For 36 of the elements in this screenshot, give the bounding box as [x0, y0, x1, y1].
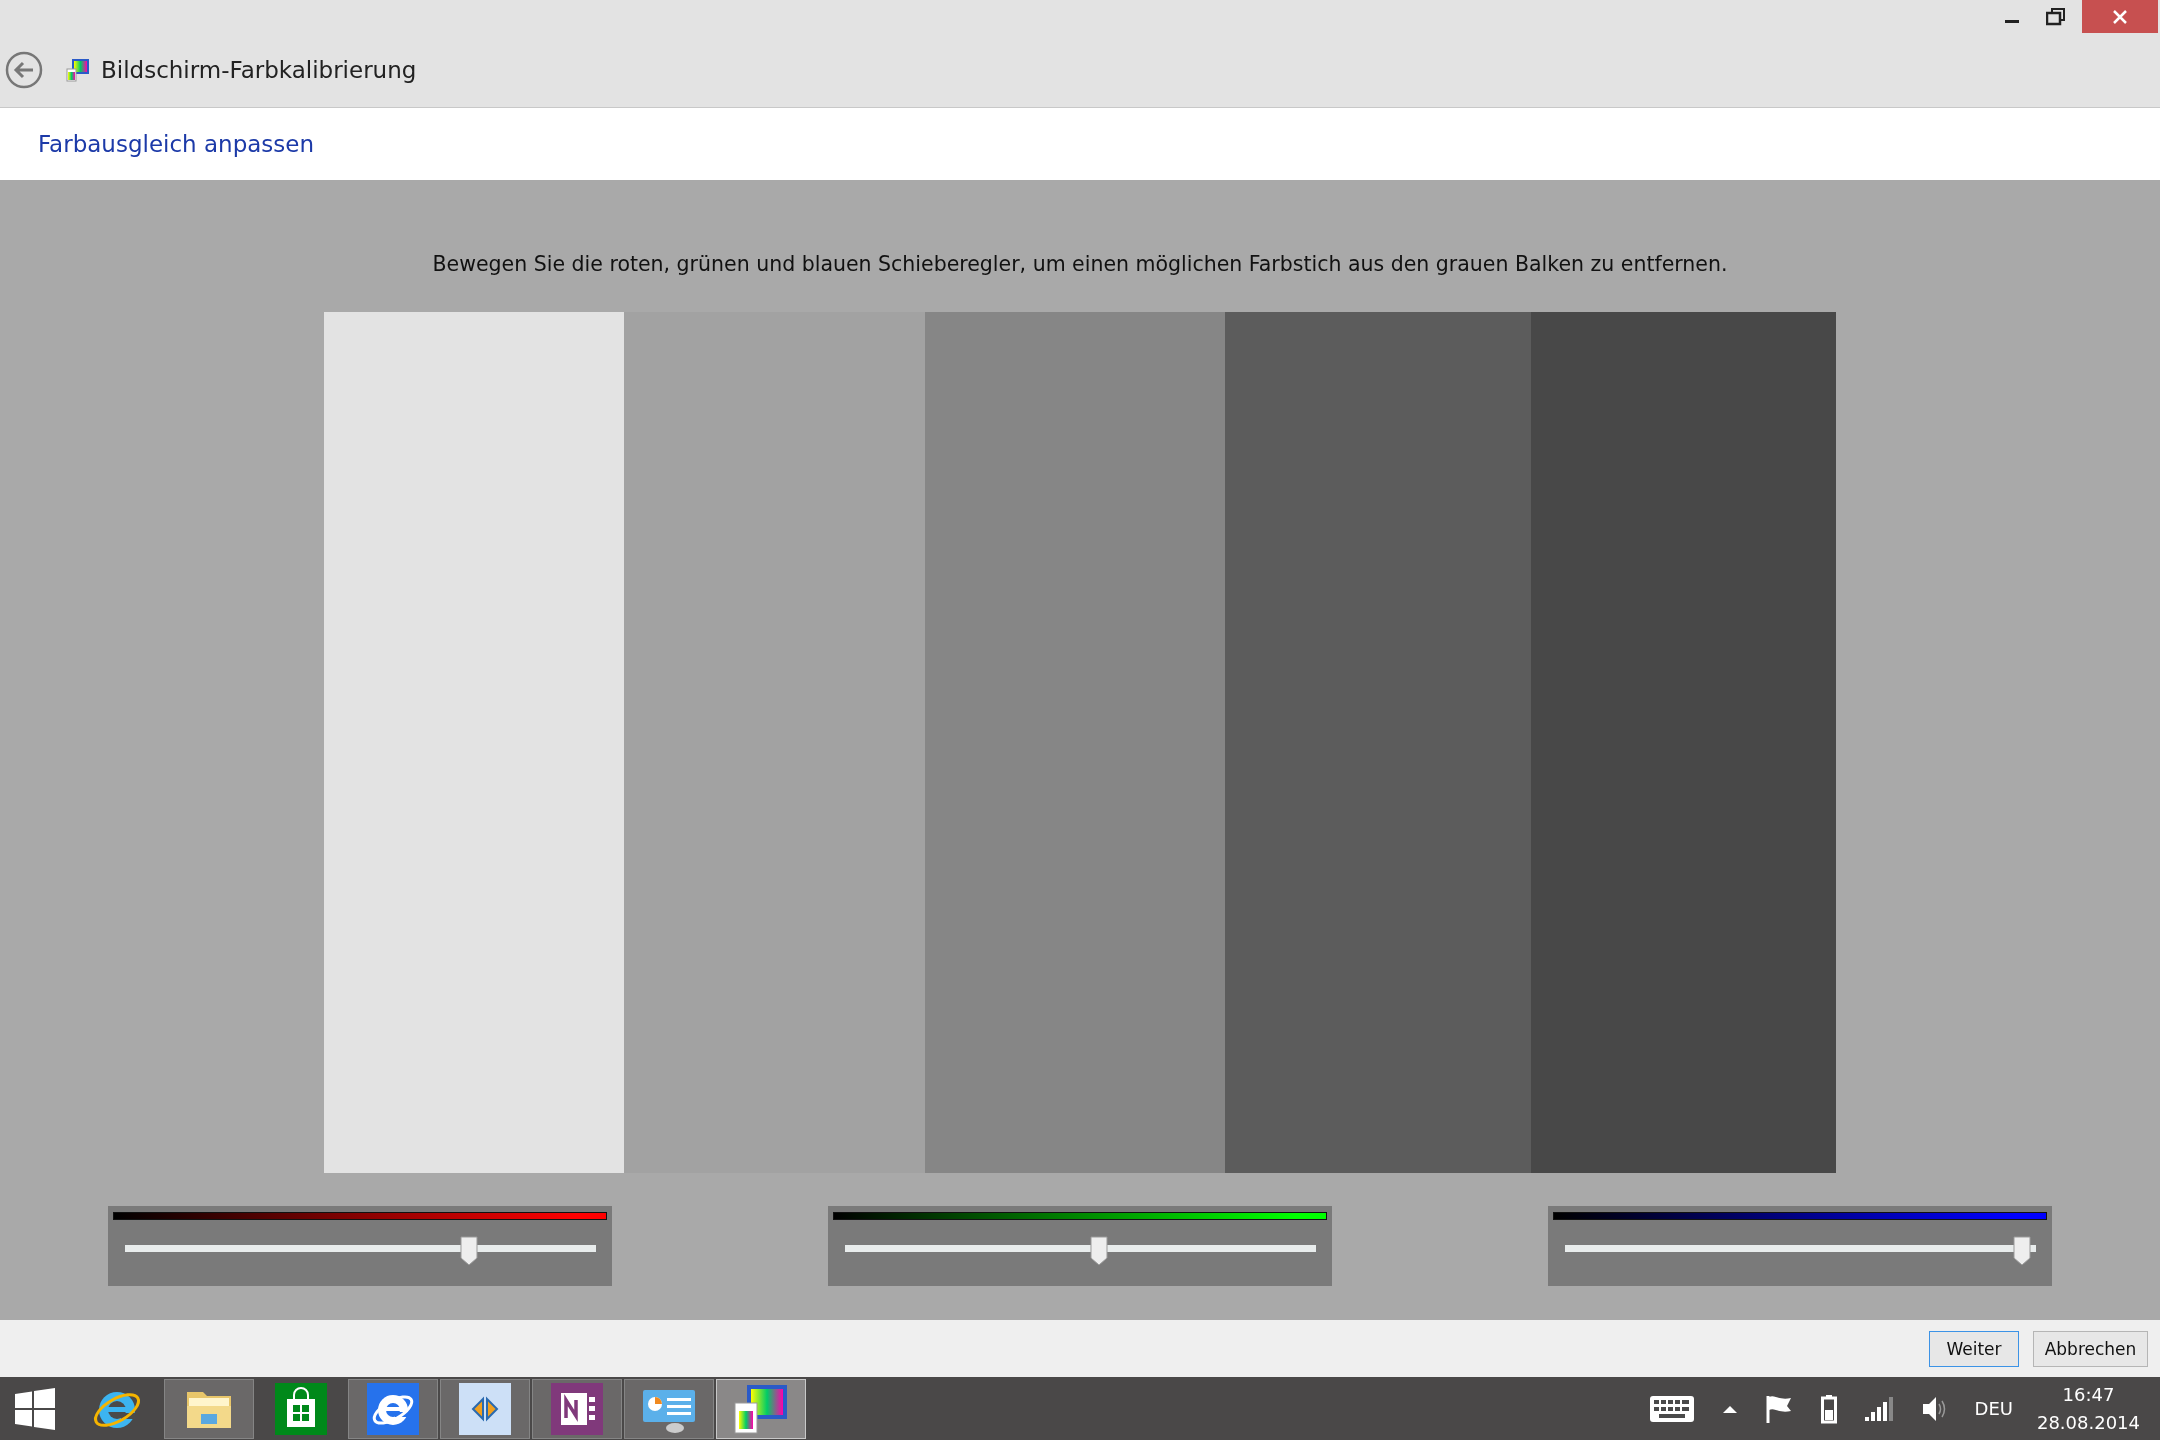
color-slider[interactable]	[1548, 1206, 2052, 1286]
back-button[interactable]	[5, 51, 43, 89]
page-heading: Farbausgleich anpassen	[38, 131, 315, 157]
shopping-bag-icon	[275, 1382, 327, 1435]
instruction-text: Bewegen Sie die roten, grünen und blauen Schieberegler, um einen möglichen Farbstich aus den grauen Balken zu entfernen.	[432, 252, 1728, 276]
keyboard-icon	[1648, 1394, 1695, 1423]
signal-icon[interactable]	[1864, 1396, 1893, 1421]
arrows-icon	[459, 1382, 511, 1435]
slider-thumb[interactable]	[2012, 1236, 2031, 1266]
letter-e-icon	[367, 1382, 419, 1435]
battery-icon[interactable]	[1820, 1393, 1837, 1424]
monitor-icon	[733, 1382, 789, 1435]
next-button[interactable]: Weiter	[1929, 1330, 2019, 1367]
taskbar-app-button[interactable]	[348, 1378, 438, 1439]
close-icon	[2112, 8, 2128, 25]
slider-thumb[interactable]	[459, 1236, 478, 1266]
caret-icon[interactable]	[1722, 1404, 1737, 1413]
restore-icon	[2046, 7, 2066, 26]
cancel-button[interactable]: Abbrechen	[2033, 1330, 2148, 1367]
taskbar-app-button[interactable]	[716, 1378, 806, 1439]
taskbar-app-button[interactable]	[164, 1378, 254, 1439]
color-slider[interactable]	[828, 1206, 1332, 1286]
slider-thumb[interactable]	[1090, 1236, 1109, 1266]
taskbar-app-button[interactable]	[440, 1378, 530, 1439]
close-button[interactable]	[2082, 0, 2158, 33]
taskbar-app-button[interactable]	[532, 1378, 622, 1439]
flag-icon[interactable]	[1764, 1393, 1793, 1424]
monitor-icon	[65, 57, 91, 83]
language-indicator[interactable]: DEU	[1974, 1398, 2013, 1419]
taskbar-app-button[interactable]	[624, 1378, 714, 1439]
clock-time[interactable]: 16:47	[2062, 1380, 2115, 1409]
window-title: Bildschirm-Farbkalibrierung	[101, 57, 417, 83]
color-slider[interactable]	[108, 1206, 612, 1286]
notebook-icon	[551, 1382, 603, 1435]
minimize-icon	[2005, 20, 2019, 23]
clock-date[interactable]: 28.08.2014	[2036, 1408, 2140, 1437]
